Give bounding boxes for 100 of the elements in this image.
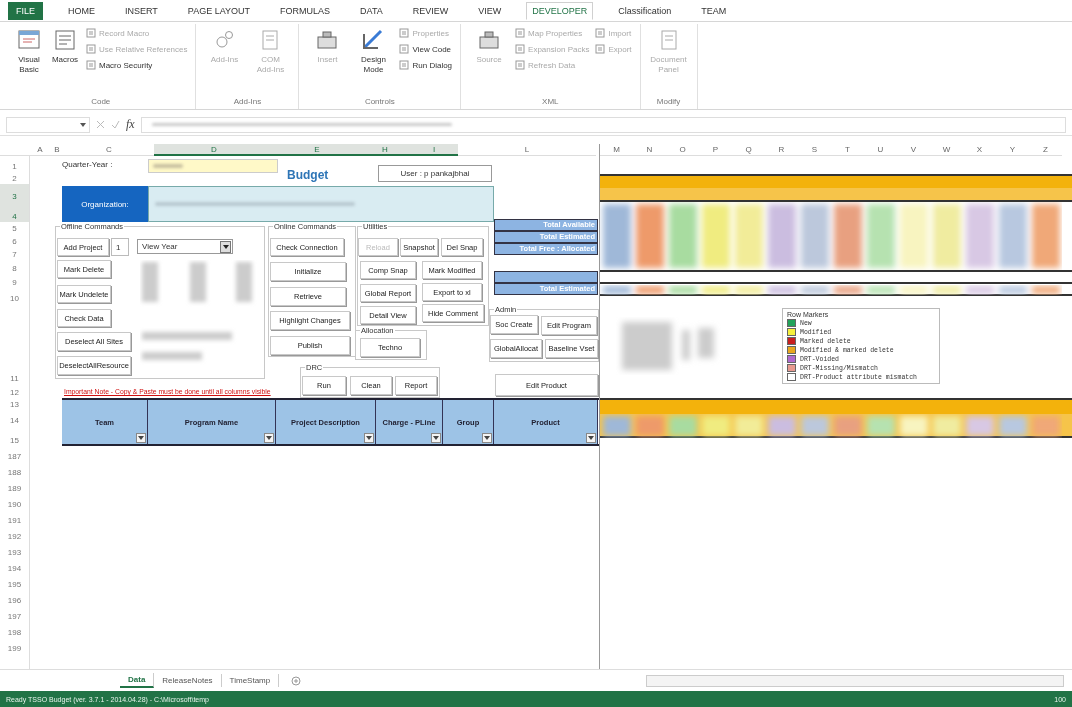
column-header[interactable]: P (699, 144, 732, 156)
insert-function-button[interactable]: fx (126, 117, 135, 132)
ribbon-tab[interactable]: VIEW (473, 2, 507, 19)
column-header[interactable]: Z (1029, 144, 1062, 156)
filter-button[interactable] (264, 433, 274, 443)
ribbon-button[interactable]: Run Dialog (399, 60, 453, 70)
ribbon-tab[interactable]: DATA (355, 2, 388, 19)
row-header[interactable]: 198 (0, 622, 29, 638)
ribbon-button[interactable]: Macro Security (86, 60, 188, 70)
sheet-tab[interactable]: ReleaseNotes (154, 674, 222, 687)
row-header[interactable]: 15 (0, 426, 29, 446)
column-header[interactable]: A (30, 144, 50, 156)
code-window-icon (17, 28, 41, 52)
row-header[interactable]: 11 (0, 304, 29, 384)
ribbon-button[interactable]: Macros (50, 24, 80, 97)
row-header[interactable]: 13 (0, 398, 29, 410)
column-header[interactable]: H (360, 144, 410, 156)
ribbon-tab[interactable]: FILE (8, 1, 43, 20)
group-label: XML (541, 97, 560, 108)
formula-field[interactable] (140, 116, 1066, 133)
row-header[interactable]: 8 (0, 260, 29, 274)
column-header[interactable]: O (666, 144, 699, 156)
ribbon-tab[interactable]: Classification (613, 2, 677, 19)
row-header[interactable]: 3 (0, 184, 29, 202)
row-header[interactable]: 197 (0, 606, 29, 622)
row-header[interactable]: 12 (0, 384, 29, 398)
ribbon-tab[interactable]: FORMULAS (275, 2, 336, 19)
column-header[interactable]: U (864, 144, 897, 156)
group-label: Add-Ins (232, 97, 263, 108)
sheet-icon (86, 44, 96, 54)
group-label: Code (90, 97, 112, 108)
row-header[interactable]: 191 (0, 510, 29, 526)
group-label: Modify (655, 97, 682, 108)
row-header[interactable]: 2 (0, 172, 29, 184)
check-icon[interactable] (111, 120, 120, 129)
column-header[interactable]: E (274, 144, 360, 156)
sheet-icon (515, 60, 526, 70)
sheet-icon (515, 28, 526, 38)
row-header[interactable]: 1 (0, 156, 29, 172)
ribbon-button[interactable]: Design Mode (353, 24, 394, 97)
organization-field[interactable] (148, 186, 494, 222)
column-header[interactable]: D (154, 144, 274, 156)
row-header[interactable]: 188 (0, 462, 29, 478)
ribbon-tab[interactable]: REVIEW (407, 2, 454, 19)
row-header[interactable]: 195 (0, 574, 29, 590)
cancel-icon[interactable] (96, 120, 105, 129)
row-header[interactable]: 189 (0, 478, 29, 494)
horizontal-scrollbar[interactable] (646, 674, 1064, 687)
column-header[interactable]: Y (996, 144, 1029, 156)
column-header[interactable]: C (64, 144, 154, 156)
row-header[interactable]: 10 (0, 288, 29, 304)
row-header[interactable]: 190 (0, 494, 29, 510)
row-header[interactable]: 187 (0, 446, 29, 462)
filter-button[interactable] (364, 433, 374, 443)
toolbox-icon (315, 28, 340, 52)
ribbon-tab[interactable]: HOME (63, 2, 100, 19)
dropdown-icon (80, 122, 86, 127)
row-header[interactable]: 7 (0, 247, 29, 260)
number-field[interactable]: 1 (111, 238, 129, 256)
row-header[interactable]: 192 (0, 526, 29, 542)
macro-list-icon (53, 28, 77, 52)
row-header[interactable]: 193 (0, 542, 29, 558)
user-label: User : p pankajbhai (378, 165, 492, 182)
column-header[interactable]: N (633, 144, 666, 156)
column-header[interactable]: M (600, 144, 633, 156)
ribbon-tab[interactable]: TEAM (696, 2, 732, 19)
ribbon-tab[interactable]: DEVELOPER (526, 1, 594, 20)
column-header[interactable]: S (798, 144, 831, 156)
column-header[interactable]: V (897, 144, 930, 156)
row-header[interactable]: 194 (0, 558, 29, 574)
column-header[interactable]: X (963, 144, 996, 156)
row-header[interactable]: 196 (0, 590, 29, 606)
filter-button[interactable] (482, 433, 492, 443)
sheet-tab[interactable]: TimeStamp (221, 674, 280, 687)
year-dropdown[interactable]: View Year (137, 239, 233, 254)
row-header[interactable]: 4 (0, 202, 29, 222)
sheet-icon (86, 28, 96, 38)
ribbon-tab[interactable]: INSERT (120, 2, 163, 19)
ribbon-tab[interactable]: PAGE LAYOUT (182, 2, 256, 19)
filter-button[interactable] (431, 433, 441, 443)
row-header[interactable]: 5 (0, 222, 29, 234)
filter-button[interactable] (586, 433, 596, 443)
column-header[interactable]: W (930, 144, 963, 156)
add-sheet-icon[interactable] (291, 675, 302, 686)
ribbon-button[interactable]: View Code (399, 44, 453, 54)
column-header[interactable]: B (50, 144, 64, 156)
column-header[interactable]: R (765, 144, 798, 156)
column-header[interactable]: L (458, 144, 596, 156)
ribbon-button[interactable]: Visual Basic (14, 24, 44, 97)
column-header[interactable]: Q (732, 144, 765, 156)
column-header[interactable]: T (831, 144, 864, 156)
row-header[interactable]: 14 (0, 410, 29, 426)
quarter-field[interactable] (148, 159, 278, 173)
sheet-tab[interactable]: Data (120, 673, 155, 688)
sheet-icon (399, 28, 410, 38)
row-header[interactable]: 9 (0, 274, 29, 288)
column-header[interactable]: I (410, 144, 458, 156)
row-header[interactable]: 6 (0, 234, 29, 247)
row-header[interactable]: 199 (0, 638, 29, 654)
filter-button[interactable] (136, 433, 146, 443)
